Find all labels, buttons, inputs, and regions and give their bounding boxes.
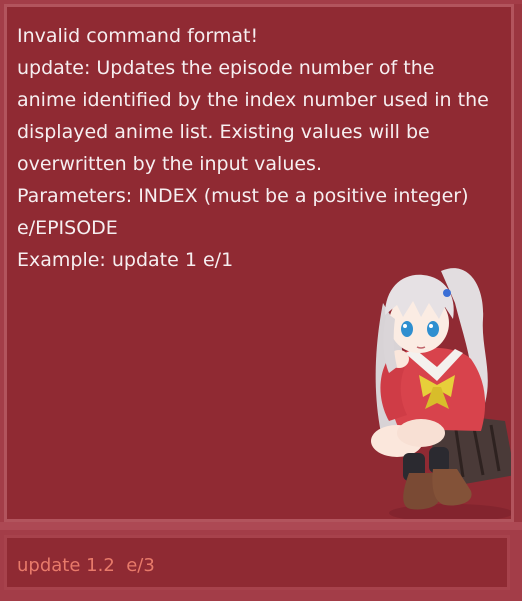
result-display[interactable]: Invalid command format! update: Updates … (4, 4, 514, 522)
app-window: Invalid command format! update: Updates … (0, 0, 522, 601)
mascot-knee-right (397, 419, 445, 447)
result-scrollbar[interactable] (514, 4, 522, 522)
panel-divider (0, 522, 522, 530)
mascot-eye-left-shine (403, 324, 407, 328)
command-input[interactable] (17, 550, 497, 580)
mascot-eye-right (427, 321, 439, 337)
mascot-eye-right-shine (429, 324, 433, 328)
mascot-hair-clip (443, 289, 451, 297)
anime-girl-mascot-icon (371, 268, 511, 519)
result-message: Invalid command format! update: Updates … (17, 25, 489, 271)
command-box[interactable] (4, 535, 510, 590)
mascot-eye-left (401, 321, 413, 337)
